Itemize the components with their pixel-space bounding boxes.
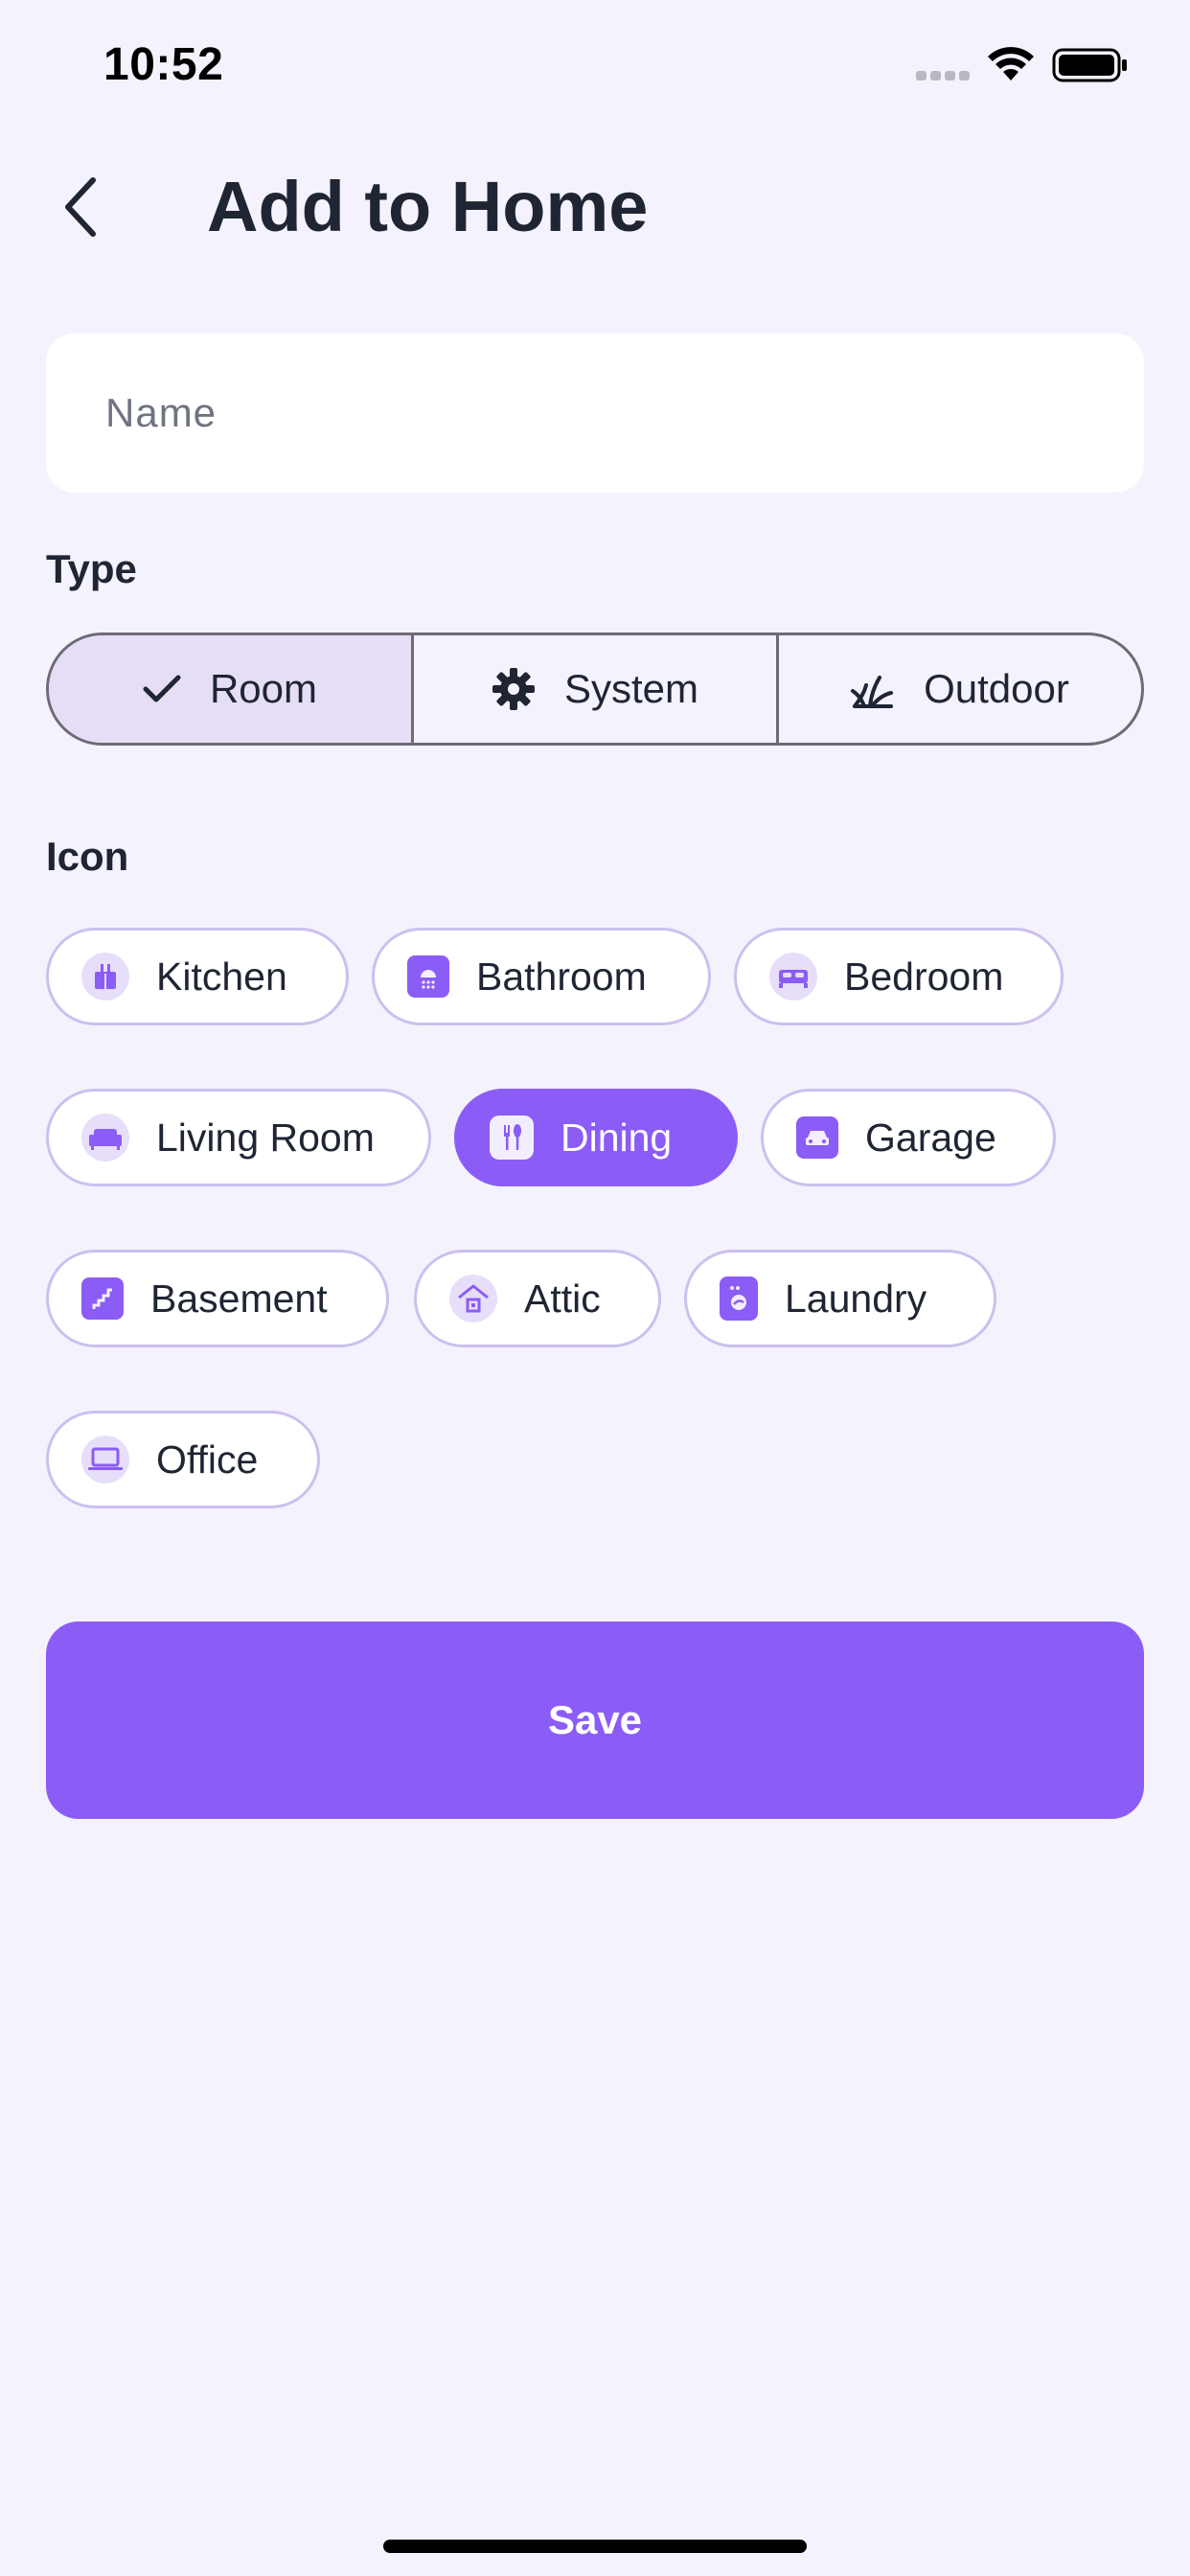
- home-indicator[interactable]: [383, 2540, 807, 2553]
- stairs-icon: [81, 1277, 124, 1320]
- grass-icon: [851, 676, 894, 708]
- chip-bathroom[interactable]: Bathroom: [372, 928, 711, 1025]
- battery-icon: [1052, 48, 1127, 82]
- icon-label: Icon: [46, 834, 129, 879]
- wifi-icon: [988, 47, 1034, 80]
- chip-living-room[interactable]: Living Room: [46, 1089, 431, 1186]
- save-button[interactable]: Save: [46, 1622, 1144, 1819]
- bathroom-icon: [407, 955, 449, 998]
- segment-label: Outdoor: [924, 666, 1069, 711]
- check-icon: [143, 675, 181, 702]
- dining-icon: [490, 1116, 534, 1160]
- chip-label: Bedroom: [844, 954, 1004, 999]
- chip-label: Attic: [524, 1276, 601, 1321]
- segment-label: Room: [209, 666, 318, 711]
- chip-office[interactable]: Office: [46, 1411, 320, 1508]
- chip-laundry[interactable]: Laundry: [684, 1250, 996, 1347]
- type-label: Type: [46, 546, 137, 591]
- chip-dining[interactable]: Dining: [454, 1089, 738, 1186]
- car-icon: [796, 1116, 838, 1159]
- chip-label: Garage: [865, 1115, 996, 1160]
- status-time: 10:52: [103, 39, 224, 90]
- chip-bedroom[interactable]: Bedroom: [734, 928, 1064, 1025]
- laptop-icon: [81, 1436, 129, 1484]
- chip-label: Bathroom: [476, 954, 647, 999]
- cellular-signal-icon: [916, 71, 972, 80]
- chevron-left-icon: [65, 177, 96, 237]
- segment-outdoor[interactable]: Outdoor: [779, 635, 1141, 743]
- page-title: Add to Home: [207, 167, 649, 246]
- name-input[interactable]: [46, 334, 1144, 493]
- segment-label: System: [563, 666, 699, 711]
- chip-label: Kitchen: [156, 954, 287, 999]
- chip-attic[interactable]: Attic: [414, 1250, 661, 1347]
- status-bar: 10:52: [0, 0, 1190, 125]
- chip-label: Office: [156, 1437, 259, 1482]
- kitchen-icon: [81, 953, 129, 1000]
- chip-label: Laundry: [785, 1276, 927, 1321]
- segment-room[interactable]: Room: [49, 635, 414, 743]
- washer-icon: [720, 1276, 758, 1321]
- chip-label: Living Room: [156, 1115, 375, 1160]
- back-button[interactable]: [54, 171, 109, 243]
- type-segmented-control: Room System Outdoor: [46, 632, 1144, 746]
- gear-icon: [492, 668, 535, 710]
- chip-label: Dining: [561, 1115, 673, 1160]
- sofa-icon: [81, 1114, 129, 1162]
- house-icon: [449, 1275, 497, 1322]
- chip-basement[interactable]: Basement: [46, 1250, 389, 1347]
- segment-system[interactable]: System: [414, 635, 779, 743]
- chip-kitchen[interactable]: Kitchen: [46, 928, 349, 1025]
- bed-icon: [769, 953, 817, 1000]
- chip-label: Basement: [150, 1276, 328, 1321]
- chip-garage[interactable]: Garage: [761, 1089, 1056, 1186]
